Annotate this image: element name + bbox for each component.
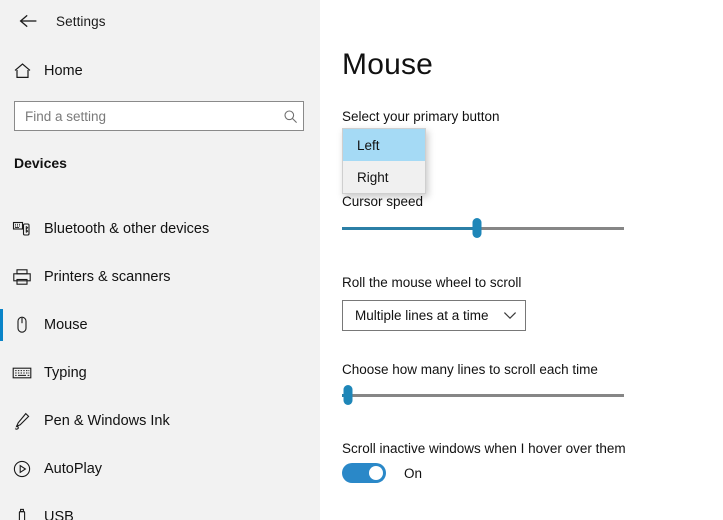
pen-icon	[0, 411, 44, 431]
autoplay-icon	[0, 459, 44, 479]
cursor-speed-label: Cursor speed	[342, 194, 424, 209]
home-icon	[0, 62, 44, 80]
sidebar-item-label: Home	[44, 63, 83, 79]
back-arrow-icon[interactable]	[8, 3, 50, 39]
sidebar-item-label: Mouse	[44, 317, 88, 333]
sidebar-item-label: AutoPlay	[44, 461, 103, 477]
sidebar-item-pen-windows-ink[interactable]: Pen & Windows Ink	[0, 397, 320, 445]
search-input[interactable]	[15, 102, 277, 130]
sidebar-item-home[interactable]: Home	[0, 54, 320, 88]
search-icon[interactable]	[277, 109, 303, 124]
sidebar-item-label: Pen & Windows Ink	[44, 413, 170, 429]
sidebar-item-autoplay[interactable]: AutoPlay	[0, 445, 320, 493]
main-content: Mouse Select your primary button Left Ri…	[320, 0, 723, 520]
dropdown-option-left[interactable]: Left	[343, 129, 425, 161]
title-bar: Settings	[0, 0, 320, 42]
chevron-down-icon	[495, 311, 525, 320]
bluetooth-devices-icon	[0, 220, 44, 238]
toggle-knob	[369, 466, 383, 480]
sidebar-item-usb[interactable]: USB	[0, 493, 320, 520]
sidebar-section-title: Devices	[14, 155, 67, 171]
sidebar-item-mouse[interactable]: Mouse	[0, 301, 320, 349]
wheel-scroll-combobox[interactable]: Multiple lines at a time	[342, 300, 526, 331]
sidebar: Settings Home Devices	[0, 0, 320, 520]
dropdown-option-right[interactable]: Right	[343, 161, 425, 193]
toggle-state-label: On	[404, 465, 423, 481]
slider-thumb[interactable]	[472, 218, 482, 238]
wheel-scroll-label: Roll the mouse wheel to scroll	[342, 275, 522, 290]
sidebar-item-label: Printers & scanners	[44, 269, 171, 285]
wheel-scroll-value: Multiple lines at a time	[355, 308, 489, 323]
sidebar-item-label: USB	[44, 509, 74, 520]
primary-button-label: Select your primary button	[342, 109, 500, 124]
sidebar-nav-list: Bluetooth & other devices Printers & sca…	[0, 205, 320, 520]
lines-to-scroll-slider[interactable]	[342, 385, 624, 405]
inactive-scroll-toggle-row: On	[342, 463, 422, 483]
selection-indicator	[0, 309, 3, 341]
settings-window: Settings Home Devices	[0, 0, 723, 520]
sidebar-item-printers-scanners[interactable]: Printers & scanners	[0, 253, 320, 301]
sidebar-item-label: Typing	[44, 365, 87, 381]
search-box[interactable]	[14, 101, 304, 131]
mouse-icon	[0, 315, 44, 335]
cursor-speed-slider[interactable]	[342, 218, 624, 238]
keyboard-icon	[0, 366, 44, 380]
slider-track	[342, 394, 624, 397]
printer-icon	[0, 268, 44, 286]
app-title: Settings	[56, 13, 106, 29]
slider-thumb[interactable]	[343, 385, 353, 405]
inactive-scroll-toggle[interactable]	[342, 463, 386, 483]
primary-button-dropdown-list[interactable]: Left Right	[342, 128, 426, 194]
usb-icon	[0, 507, 44, 520]
slider-fill	[342, 227, 478, 230]
sidebar-item-typing[interactable]: Typing	[0, 349, 320, 397]
sidebar-item-label: Bluetooth & other devices	[44, 221, 210, 237]
inactive-scroll-label: Scroll inactive windows when I hover ove…	[342, 441, 626, 456]
sidebar-item-bluetooth-other-devices[interactable]: Bluetooth & other devices	[0, 205, 320, 253]
lines-to-scroll-label: Choose how many lines to scroll each tim…	[342, 362, 598, 377]
page-title: Mouse	[342, 48, 434, 81]
